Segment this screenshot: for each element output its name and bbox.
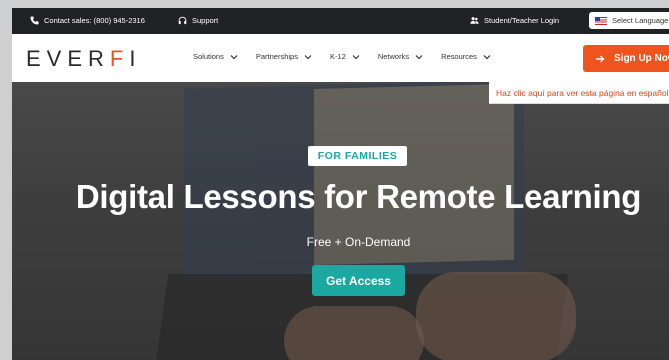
chevron-down-icon bbox=[230, 54, 238, 59]
get-access-button[interactable]: Get Access bbox=[312, 265, 405, 296]
utility-bar: Contact sales: (800) 945-2316 Support St… bbox=[12, 8, 669, 34]
logo-text-end: I bbox=[129, 46, 142, 71]
contact-sales-link[interactable]: Contact sales: (800) 945-2316 bbox=[30, 16, 145, 25]
users-icon bbox=[470, 17, 479, 24]
chevron-down-icon bbox=[304, 54, 312, 59]
sign-up-label: Sign Up Now bbox=[614, 53, 669, 64]
login-label: Student/Teacher Login bbox=[484, 16, 560, 25]
chevron-down-icon bbox=[415, 54, 423, 59]
hero-section: FOR FAMILIES Digital Lessons for Remote … bbox=[12, 82, 669, 360]
language-label: Select Language bbox=[612, 16, 669, 25]
nav-menu: Solutions Partnerships K-12 Networks Res… bbox=[193, 52, 491, 61]
chevron-down-icon bbox=[352, 54, 360, 59]
nav-item-partnerships[interactable]: Partnerships bbox=[256, 52, 312, 61]
hero-subtitle: Free + On-Demand bbox=[306, 235, 411, 249]
main-navigation: EVERFI Solutions Partnerships K-12 Netwo… bbox=[12, 34, 669, 82]
chevron-down-icon bbox=[483, 54, 491, 59]
student-teacher-login-link[interactable]: Student/Teacher Login bbox=[470, 16, 559, 25]
logo-text-start: EVER bbox=[26, 46, 110, 71]
nav-item-networks[interactable]: Networks bbox=[378, 52, 423, 61]
nav-item-label: K-12 bbox=[329, 52, 346, 61]
browser-viewport: Contact sales: (800) 945-2316 Support St… bbox=[12, 8, 669, 360]
headset-icon bbox=[178, 16, 187, 25]
hero-overlay bbox=[12, 82, 669, 360]
us-flag-icon bbox=[595, 16, 607, 25]
for-families-badge: FOR FAMILIES bbox=[308, 146, 407, 166]
support-link[interactable]: Support bbox=[178, 16, 218, 25]
arrow-right-icon bbox=[596, 55, 605, 62]
nav-item-k12[interactable]: K-12 bbox=[330, 52, 360, 61]
support-label: Support bbox=[192, 16, 219, 25]
nav-item-label: Partnerships bbox=[255, 52, 298, 61]
nav-item-label: Resources bbox=[441, 52, 477, 61]
language-selector[interactable]: Select Language bbox=[589, 12, 669, 29]
nav-item-resources[interactable]: Resources bbox=[441, 52, 491, 61]
nav-item-label: Solutions bbox=[193, 52, 224, 61]
spanish-language-link[interactable]: Haz clic aquí para ver esta página en es… bbox=[489, 82, 669, 104]
everfi-logo[interactable]: EVERFI bbox=[26, 46, 142, 72]
nav-item-label: Networks bbox=[377, 52, 410, 61]
logo-letter-f: F bbox=[109, 46, 130, 71]
hero-title: Digital Lessons for Remote Learning bbox=[75, 178, 642, 215]
nav-item-solutions[interactable]: Solutions bbox=[193, 52, 238, 61]
sign-up-now-button[interactable]: Sign Up Now bbox=[583, 45, 669, 72]
contact-sales-label: Contact sales: (800) 945-2316 bbox=[44, 16, 145, 25]
phone-icon bbox=[30, 16, 39, 25]
